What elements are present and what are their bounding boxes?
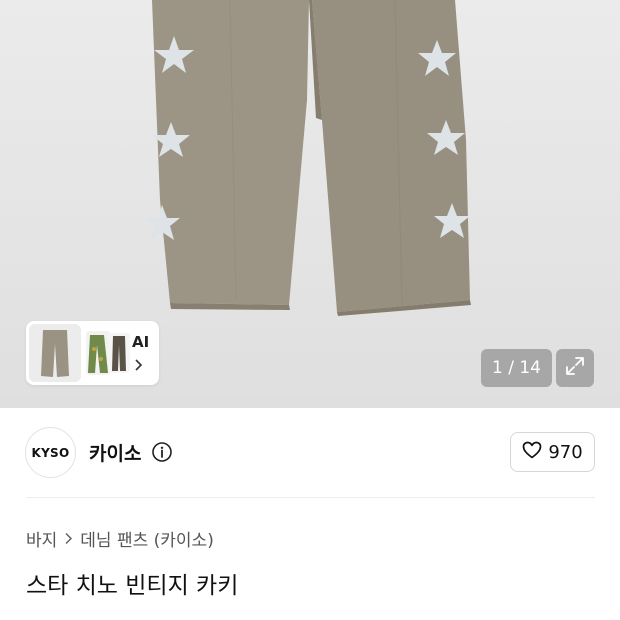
heart-outline-icon — [522, 441, 542, 463]
thumbnail-pants-image — [112, 336, 126, 371]
like-count: 970 — [548, 441, 583, 463]
brand-logo[interactable]: KYSO — [25, 427, 76, 478]
brand-row: KYSO 카이소 970 — [0, 408, 620, 497]
divider — [26, 497, 595, 498]
breadcrumb-item-subcategory[interactable]: 데님 팬츠 (카이소) — [80, 526, 214, 551]
thumbnail-item[interactable] — [108, 333, 130, 373]
chevron-right-icon — [64, 532, 73, 545]
info-icon[interactable] — [151, 441, 173, 467]
thumbnail-pants-image — [88, 335, 108, 373]
brand-name[interactable]: 카이소 — [89, 439, 141, 466]
thumbnail-strip[interactable]: AI — [26, 321, 159, 385]
ai-label[interactable]: AI — [132, 333, 149, 351]
product-title: 스타 치노 빈티지 카키 — [26, 573, 239, 599]
expand-button[interactable] — [556, 349, 594, 387]
chevron-right-icon[interactable] — [134, 357, 144, 376]
expand-icon — [564, 355, 586, 381]
thumbnail-pants-image — [41, 330, 69, 377]
thumbnail-item[interactable] — [86, 331, 110, 375]
breadcrumb-item-category[interactable]: 바지 — [26, 526, 57, 551]
image-counter: 1 / 14 — [481, 349, 552, 387]
like-button[interactable]: 970 — [510, 432, 595, 472]
thumbnail-current[interactable] — [29, 324, 81, 382]
breadcrumb: 바지 데님 팬츠 (카이소) — [26, 526, 214, 551]
product-image-gallery[interactable]: AI 1 / 14 — [0, 0, 620, 408]
